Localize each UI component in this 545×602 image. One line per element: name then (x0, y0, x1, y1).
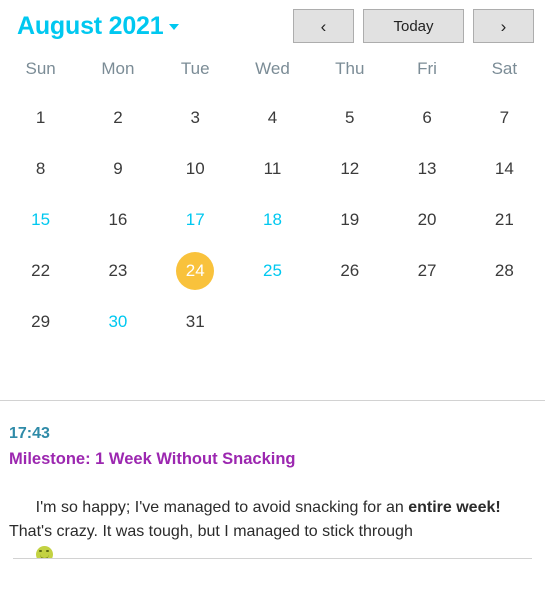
calendar-day-8[interactable]: 8 (2, 143, 79, 194)
calendar-day-9[interactable]: 9 (79, 143, 156, 194)
day-number: 15 (31, 209, 51, 229)
today-button[interactable]: Today (363, 9, 464, 43)
calendar-app: August 2021 ‹ Today › Sun Mon Tue Wed Th… (0, 0, 545, 602)
day-number: 8 (35, 158, 46, 178)
calendar-day-26[interactable]: 26 (311, 245, 388, 296)
day-number: 12 (340, 158, 360, 178)
entry-section-divider-bottom (13, 558, 532, 559)
weekday-label-sat: Sat (491, 59, 518, 78)
day-number: 9 (113, 158, 123, 178)
calendar-nav-buttons: ‹ Today › (293, 9, 534, 43)
weekday-label-fri: Fri (417, 59, 437, 78)
entry-body-text-1: I'm so happy; I've managed to avoid snac… (35, 499, 409, 517)
day-number: 14 (494, 158, 514, 178)
calendar-week-row: 15 16 17 18 19 20 21 (2, 194, 543, 245)
day-number: 26 (340, 260, 360, 280)
weekday-label-tue: Tue (180, 59, 210, 78)
day-number: 19 (340, 209, 360, 229)
day-number: 1 (35, 107, 46, 127)
day-number: 22 (31, 260, 51, 280)
day-number: 5 (345, 107, 355, 127)
calendar-day-5[interactable]: 5 (311, 92, 388, 143)
calendar-day-4[interactable]: 4 (234, 92, 311, 143)
next-month-button[interactable]: › (473, 9, 534, 43)
day-number: 4 (267, 107, 278, 127)
page-title: August 2021 (17, 11, 164, 40)
calendar-week-row: 1 2 3 4 5 6 7 (2, 92, 543, 143)
calendar-day-23[interactable]: 23 (79, 245, 156, 296)
calendar-day-27[interactable]: 27 (388, 245, 465, 296)
day-number: 18 (263, 209, 282, 229)
calendar-day-12[interactable]: 12 (311, 143, 388, 194)
day-number: 13 (417, 158, 437, 178)
calendar-week-row: 22 23 24 25 26 27 28 (2, 245, 543, 296)
entry-body-bold-1: entire week! (408, 499, 501, 517)
calendar-day-13[interactable]: 13 (388, 143, 465, 194)
calendar-header: August 2021 ‹ Today › (0, 0, 545, 52)
day-number: 27 (417, 260, 437, 280)
day-number: 21 (494, 209, 514, 229)
calendar-day-3[interactable]: 3 (157, 92, 234, 143)
day-number: 2 (113, 107, 123, 127)
weekday-header-row: Sun Mon Tue Wed Thu Fri Sat (0, 52, 545, 86)
day-number: 25 (263, 260, 282, 280)
calendar-day-21[interactable]: 21 (466, 194, 543, 245)
entry-body: I'm so happy; I've managed to avoid snac… (9, 473, 537, 558)
day-number: 11 (263, 158, 282, 178)
weekday-label-sun: Sun (25, 59, 56, 78)
calendar-day-25[interactable]: 25 (234, 245, 311, 296)
day-number: 16 (108, 209, 128, 229)
calendar-day-14[interactable]: 14 (466, 143, 543, 194)
day-number: 30 (108, 311, 128, 331)
calendar-day-28[interactable]: 28 (466, 245, 543, 296)
calendar-week-row: 29 30 31 (2, 296, 543, 347)
weekday-label-mon: Mon (101, 59, 135, 78)
calendar-day-24[interactable]: 24 (157, 245, 234, 296)
day-number: 7 (499, 107, 510, 127)
day-number: 24 (176, 251, 215, 290)
weekday-label-wed: Wed (255, 59, 290, 78)
calendar-day-17[interactable]: 17 (157, 194, 234, 245)
calendar-grid: 1 2 3 4 5 6 7 8 9 10 11 12 13 14 15 16 17 18 19 20 21 22 23 24 2… (0, 92, 545, 347)
prev-month-button[interactable]: ‹ (293, 9, 354, 43)
calendar-day-7[interactable]: 7 (466, 92, 543, 143)
entry-timestamp: 17:43 (9, 425, 50, 442)
calendar-day-16[interactable]: 16 (79, 194, 156, 245)
calendar-day-empty (466, 296, 543, 347)
day-number: 3 (190, 107, 200, 127)
calendar-day-18[interactable]: 18 (234, 194, 311, 245)
weekday-label-thu: Thu (335, 59, 365, 78)
diary-entry[interactable]: 17:43 Milestone: 1 Week Without Snacking… (0, 401, 545, 558)
calendar-day-20[interactable]: 20 (388, 194, 465, 245)
entry-title: Milestone: 1 Week Without Snacking (9, 450, 296, 469)
calendar-day-22[interactable]: 22 (2, 245, 79, 296)
calendar-day-29[interactable]: 29 (2, 296, 79, 347)
calendar-day-10[interactable]: 10 (157, 143, 234, 194)
day-number: 17 (185, 209, 205, 229)
calendar-week-row: 8 9 10 11 12 13 14 (2, 143, 543, 194)
chevron-down-icon[interactable] (169, 23, 180, 30)
calendar-day-1[interactable]: 1 (2, 92, 79, 143)
day-number: 23 (108, 260, 128, 280)
day-number: 29 (31, 311, 51, 331)
day-number: 20 (417, 209, 437, 229)
calendar-day-19[interactable]: 19 (311, 194, 388, 245)
calendar-day-empty (388, 296, 465, 347)
day-number: 31 (185, 311, 205, 331)
calendar-day-2[interactable]: 2 (79, 92, 156, 143)
calendar-day-31[interactable]: 31 (157, 296, 234, 347)
calendar-day-empty (311, 296, 388, 347)
day-number: 6 (422, 107, 432, 127)
calendar-day-empty (234, 296, 311, 347)
day-number: 10 (185, 158, 205, 178)
day-number: 28 (494, 260, 514, 280)
calendar-day-6[interactable]: 6 (388, 92, 465, 143)
calendar-day-30[interactable]: 30 (79, 296, 156, 347)
calendar-day-11[interactable]: 11 (234, 143, 311, 194)
month-selector[interactable]: August 2021 (17, 11, 180, 40)
calendar-day-15[interactable]: 15 (2, 194, 79, 245)
slightly-smiling-face-icon (35, 545, 53, 558)
